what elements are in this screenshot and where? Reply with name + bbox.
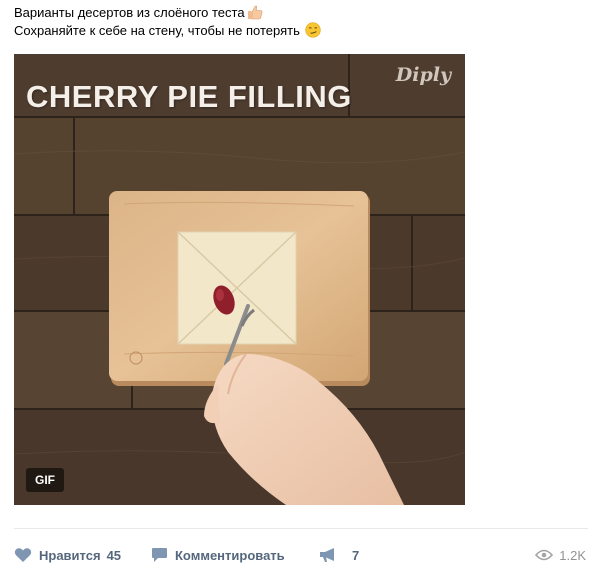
post-text-line-1: Варианты десертов из слоёного теста [14,4,574,22]
gif-media[interactable]: CHERRY PIE FILLING Diply GIF [14,54,465,505]
post-text-line-1-content: Варианты десертов из слоёного теста [14,5,245,20]
heart-icon [14,548,32,562]
comment-label: Комментировать [175,547,285,563]
gif-badge: GIF [26,468,64,492]
views-counter: 1.2K [535,540,586,570]
smirk-emoji-icon [305,22,322,38]
thumbs-up-emoji-icon [247,5,262,20]
post-text: Варианты десертов из слоёного теста Сохр… [14,4,574,40]
comment-icon [152,548,167,562]
actions-divider [14,528,588,529]
gif-frame-image [14,54,465,505]
comment-button[interactable]: Комментировать [151,540,285,570]
like-count: 45 [106,547,122,563]
share-button[interactable]: 7 [319,540,359,570]
post-text-line-2: Сохраняйте к себе на стену, чтобы не пот… [14,22,574,40]
post-actions-bar: Нравится 45 Комментировать 7 1.2K [14,540,588,570]
eye-icon [535,549,554,561]
like-label: Нравится [39,547,101,563]
share-megaphone-icon [320,548,334,562]
views-count: 1.2K [559,547,586,563]
post-text-line-2-content: Сохраняйте к себе на стену, чтобы не пот… [14,23,300,38]
diply-watermark: Diply [395,64,451,86]
like-button[interactable]: Нравится 45 [14,540,121,570]
video-title-overlay: CHERRY PIE FILLING [26,79,352,114]
share-count: 7 [352,547,360,563]
